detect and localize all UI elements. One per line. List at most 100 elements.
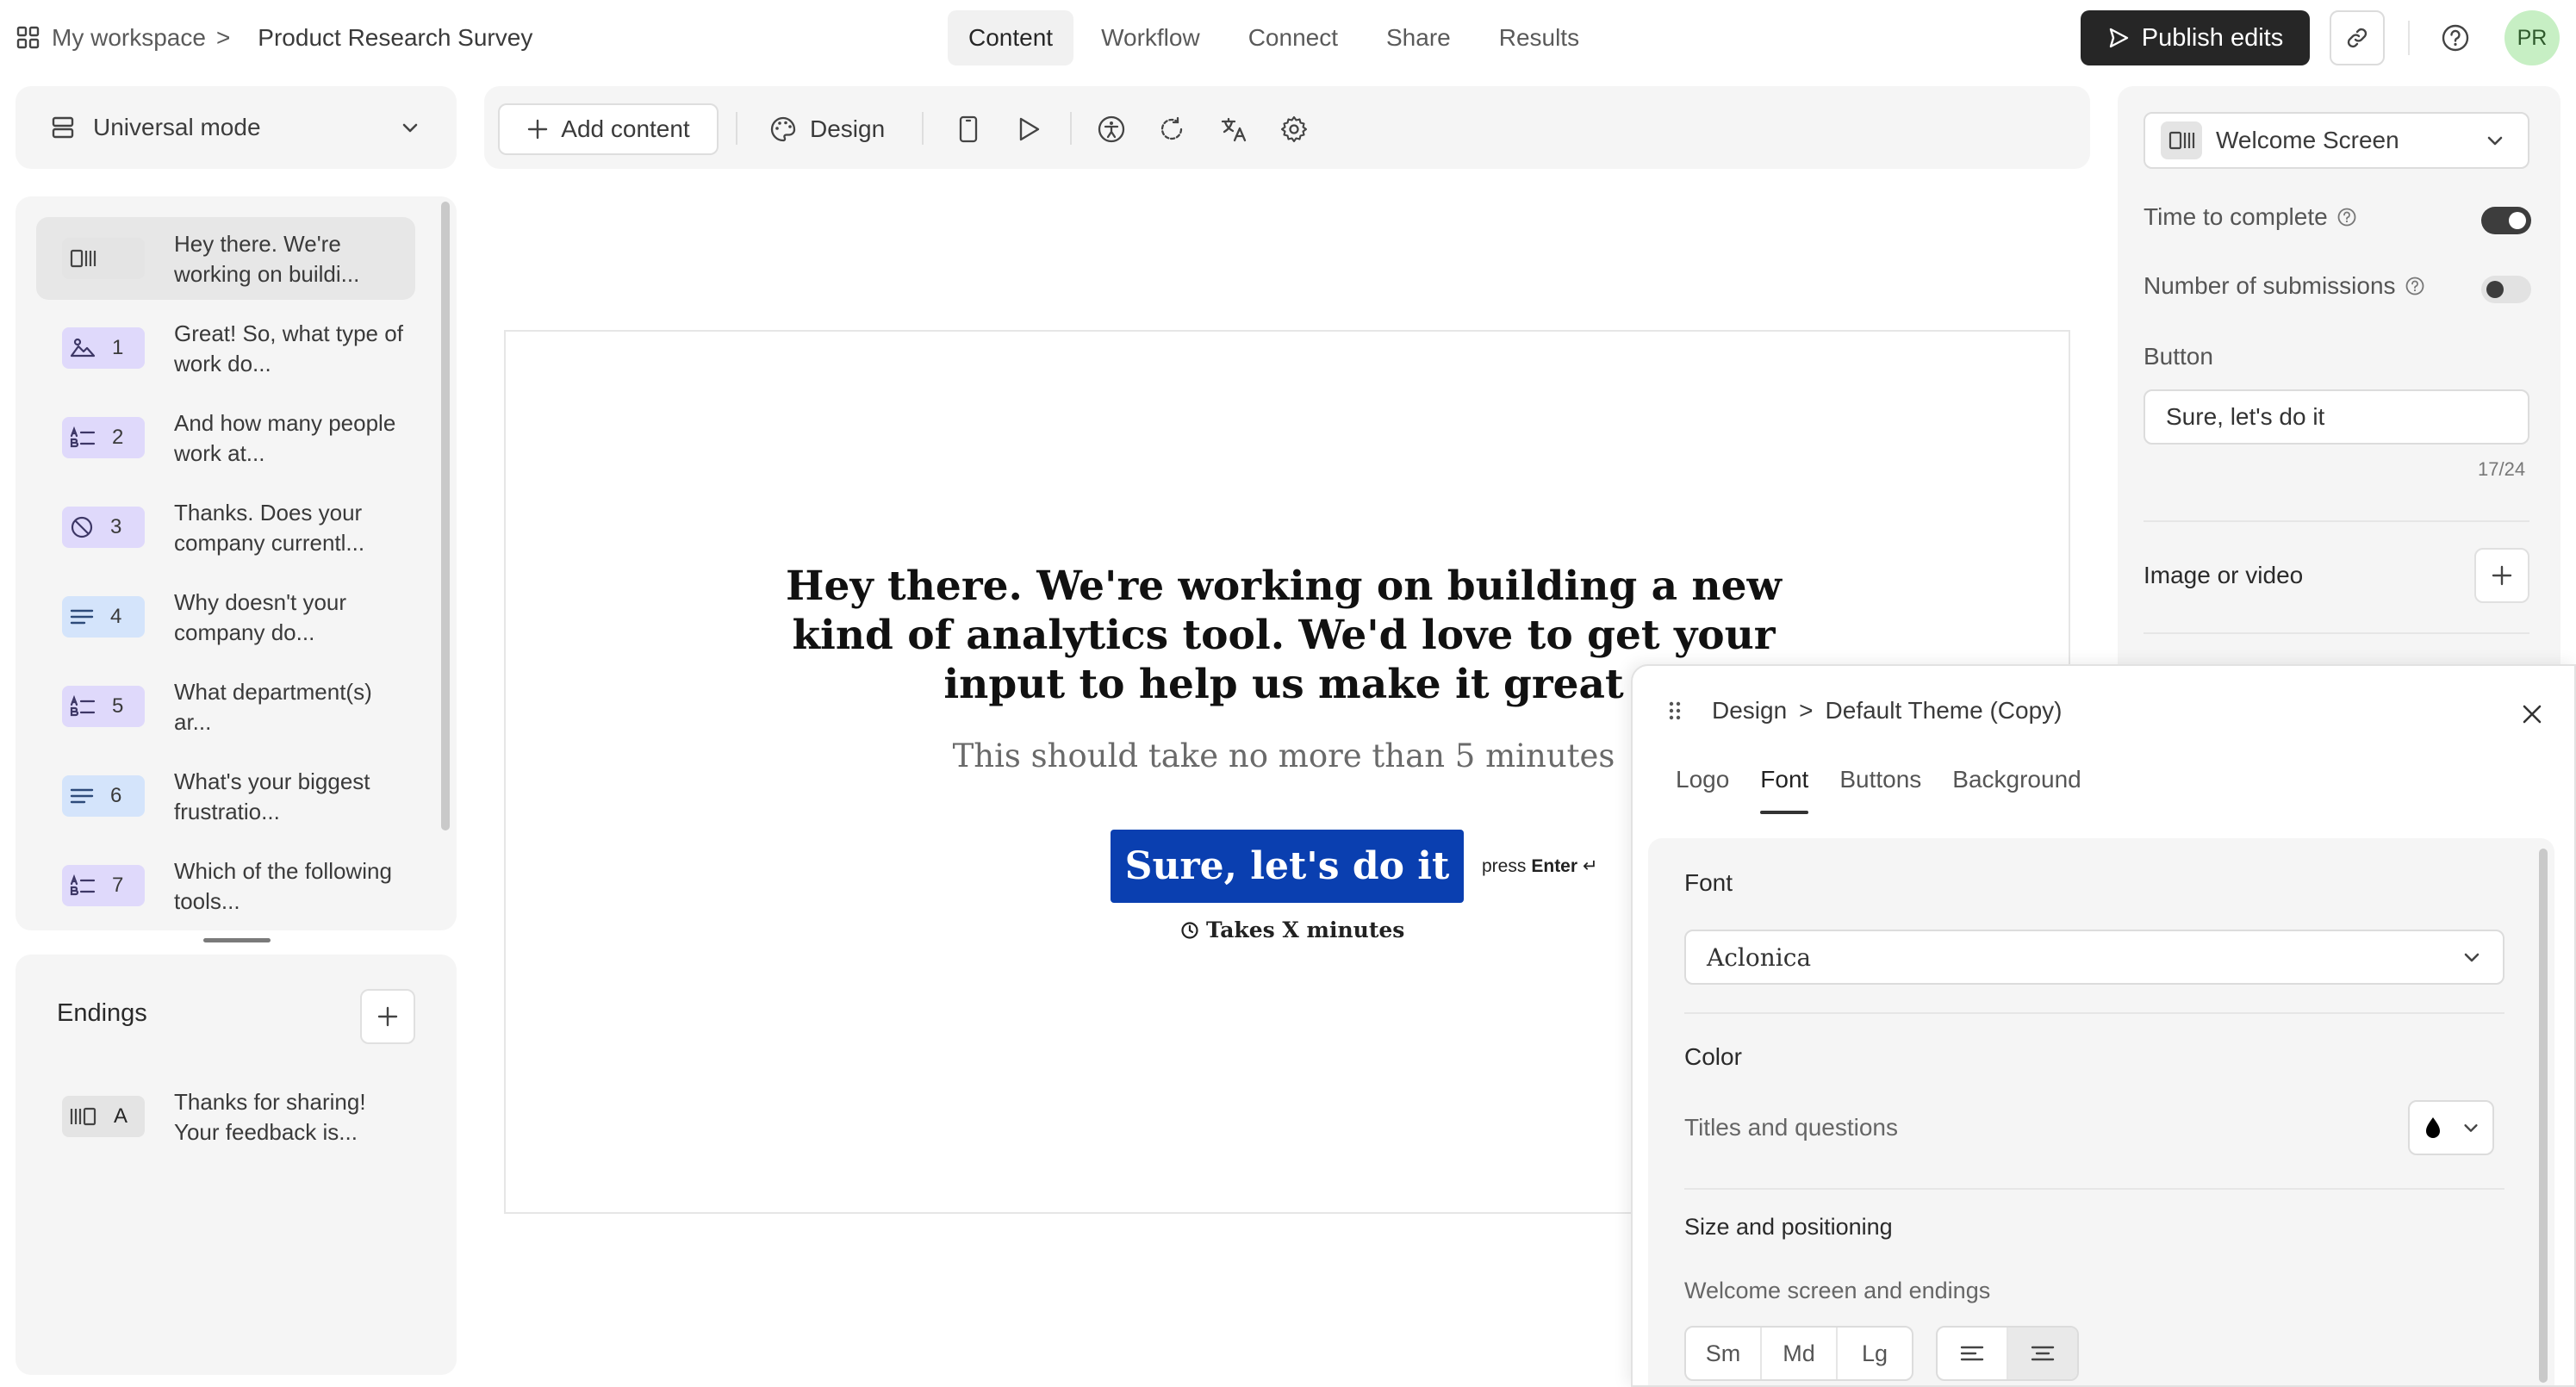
avatar[interactable]: PR <box>2504 10 2560 65</box>
breadcrumb-survey-name[interactable]: Product Research Survey <box>258 24 532 52</box>
question-number: 6 <box>110 784 122 807</box>
palette-icon <box>768 115 798 144</box>
titles-color-picker[interactable] <box>2408 1100 2494 1155</box>
divider <box>2144 632 2529 634</box>
plus-icon <box>2490 563 2514 588</box>
add-media-button[interactable] <box>2474 548 2529 603</box>
question-badge: 6 <box>62 775 145 817</box>
quality-check-button[interactable] <box>1154 112 1189 146</box>
ending-icon <box>69 1105 98 1128</box>
yes-no-icon <box>69 514 95 540</box>
info-icon[interactable] <box>2336 207 2357 227</box>
size-option-lg[interactable]: Lg <box>1838 1328 1912 1379</box>
publish-label: Publish edits <box>2141 23 2284 52</box>
info-icon[interactable] <box>2405 276 2425 296</box>
button-section-label: Button <box>2144 343 2213 370</box>
help-icon <box>2441 23 2470 53</box>
tab-connect[interactable]: Connect <box>1228 10 1359 65</box>
copy-link-button[interactable] <box>2330 10 2385 65</box>
screen-type-dropdown[interactable]: Welcome Screen <box>2144 112 2529 169</box>
publish-button[interactable]: Publish edits <box>2081 10 2310 65</box>
multiple-choice-icon <box>69 874 96 897</box>
welcome-endings-label: Welcome screen and endings <box>1684 1278 1991 1303</box>
question-text: Thanks. Does your company currentl... <box>174 500 365 556</box>
mode-label: Universal mode <box>93 114 261 140</box>
close-design-button[interactable] <box>2515 697 2549 731</box>
font-section-title: Font <box>1684 869 1733 896</box>
question-list-scrollbar[interactable] <box>441 202 450 830</box>
question-item[interactable]: 3 Thanks. Does your company currentl... <box>36 486 415 569</box>
divider <box>1684 1012 2504 1014</box>
press-enter-hint: press Enter ↵ <box>1482 855 1598 877</box>
question-text: Hey there. We're working on buildi... <box>174 231 360 287</box>
titles-color-label: Titles and questions <box>1684 1114 1898 1141</box>
welcome-start-button[interactable]: Sure, let's do it <box>1111 830 1464 903</box>
question-number: 1 <box>112 336 124 359</box>
divider <box>2144 520 2529 522</box>
apps-grid-icon[interactable] <box>16 25 41 51</box>
translate-icon <box>1219 115 1248 144</box>
breadcrumb-workspace[interactable]: My workspace <box>52 24 206 52</box>
font-dropdown[interactable]: Aclonica <box>1684 930 2504 985</box>
question-item[interactable]: 1 Great! So, what type of work do... <box>36 307 415 389</box>
question-badge: 1 <box>62 327 145 369</box>
breadcrumb: My workspace > Product Research Survey <box>16 17 532 59</box>
mobile-preview-button[interactable] <box>951 112 986 146</box>
question-number: 4 <box>110 605 122 628</box>
endings-panel: Endings A Thanks for sharing! Your feedb… <box>16 955 457 1375</box>
size-option-md[interactable]: Md <box>1762 1328 1838 1379</box>
submissions-toggle[interactable] <box>2481 276 2531 303</box>
question-item[interactable]: 5 What department(s) ar... <box>36 665 415 748</box>
design-scrollbar[interactable] <box>2539 849 2548 1383</box>
help-button[interactable] <box>2440 22 2471 53</box>
press-key: Enter <box>1531 855 1578 876</box>
question-number: 2 <box>112 426 124 449</box>
tab-logo[interactable]: Logo <box>1676 766 1729 814</box>
question-item[interactable]: Hey there. We're working on buildi... <box>36 217 415 300</box>
accessibility-button[interactable] <box>1094 112 1129 146</box>
time-to-complete-toggle[interactable] <box>2481 207 2531 234</box>
tab-share[interactable]: Share <box>1366 10 1472 65</box>
question-item[interactable]: 6 What's your biggest frustratio... <box>36 755 415 837</box>
question-badge: 2 <box>62 417 145 458</box>
chevron-down-icon <box>400 117 420 138</box>
add-ending-button[interactable] <box>360 989 415 1044</box>
translate-button[interactable] <box>1216 112 1251 146</box>
button-text-input[interactable]: Sure, let's do it <box>2144 389 2529 445</box>
tab-background[interactable]: Background <box>1952 766 2081 814</box>
design-breadcrumb-root[interactable]: Design <box>1712 697 1787 725</box>
mode-selector[interactable]: Universal mode <box>16 86 457 169</box>
question-item[interactable]: 4 Why doesn't your company do... <box>36 575 415 658</box>
panel-resize-handle[interactable] <box>203 938 271 942</box>
design-button[interactable]: Design <box>768 110 885 148</box>
toggle-knob <box>2486 281 2504 298</box>
tab-results[interactable]: Results <box>1478 10 1600 65</box>
add-content-button[interactable]: Add content <box>498 103 719 155</box>
ending-text: Thanks for sharing! Your feedback is... <box>174 1089 366 1145</box>
question-badge: 5 <box>62 686 145 727</box>
main-nav: Content Workflow Connect Share Results <box>948 10 1607 65</box>
tab-buttons[interactable]: Buttons <box>1839 766 1921 814</box>
welcome-subtitle[interactable]: This should take no more than 5 minutes <box>905 737 1663 774</box>
align-center-option[interactable] <box>2008 1328 2077 1379</box>
drag-handle-icon[interactable] <box>1667 699 1683 723</box>
question-number: 3 <box>110 515 122 538</box>
tab-font[interactable]: Font <box>1760 766 1809 814</box>
plus-icon <box>376 1004 400 1029</box>
submissions-label: Number of submissions <box>2144 272 2396 299</box>
settings-button[interactable] <box>1277 112 1311 146</box>
font-value: Aclonica <box>1707 942 1812 972</box>
ending-item[interactable]: A Thanks for sharing! Your feedback is..… <box>36 1075 415 1158</box>
tab-content[interactable]: Content <box>948 10 1074 65</box>
design-breadcrumb: Design > Default Theme (Copy) <box>1667 697 2062 725</box>
alignment-selector <box>1936 1326 2079 1381</box>
question-item[interactable]: 2 And how many people work at... <box>36 396 415 479</box>
align-left-option[interactable] <box>1938 1328 2008 1379</box>
multiple-choice-icon <box>69 695 96 718</box>
tab-workflow[interactable]: Workflow <box>1080 10 1221 65</box>
question-item[interactable]: 7 Which of the following tools... <box>36 844 415 927</box>
size-option-sm[interactable]: Sm <box>1686 1328 1762 1379</box>
link-icon <box>2344 25 2370 51</box>
design-tabs: Logo Font Buttons Background <box>1676 766 2081 814</box>
preview-play-button[interactable] <box>1011 112 1046 146</box>
